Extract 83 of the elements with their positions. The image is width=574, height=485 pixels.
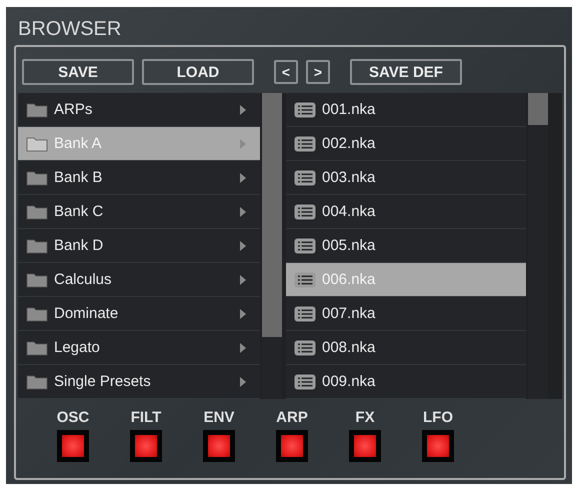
nav-button[interactable]: <: [274, 60, 298, 84]
led-switch[interactable]: [422, 430, 454, 462]
arrow-icon: [240, 274, 246, 284]
folder-name: Bank B: [54, 169, 104, 186]
switch-label: FX: [355, 409, 375, 427]
folder-name: Calculus: [54, 271, 113, 288]
list-icon: [294, 102, 316, 118]
folder-name: Single Presets: [54, 373, 152, 390]
arrow-icon: [240, 172, 246, 182]
folder-item[interactable]: Legato: [18, 331, 260, 365]
file-name: 003.nka: [322, 169, 376, 186]
arrow-icon: [240, 104, 246, 114]
list-icon: [294, 306, 316, 322]
file-name: 001.nka: [322, 101, 376, 118]
file-name: 009.nka: [322, 373, 376, 390]
file-name: 004.nka: [322, 203, 376, 220]
file-item[interactable]: 003.nka: [286, 161, 526, 195]
switch-label: ENV: [204, 409, 234, 427]
folder-icon: [26, 136, 48, 152]
folder-name: ARPs: [54, 101, 94, 118]
folder-name: Bank D: [54, 237, 104, 254]
arrow-icon: [240, 138, 246, 148]
folder-item[interactable]: Bank D: [18, 229, 260, 263]
toolbar-button[interactable]: SAVE: [22, 59, 134, 85]
file-item[interactable]: 004.nka: [286, 195, 526, 229]
list-icon: [294, 136, 316, 152]
arrow-icon: [240, 308, 246, 318]
led-switch[interactable]: [349, 430, 381, 462]
folder-item[interactable]: Single Presets: [18, 365, 260, 399]
folder-icon: [26, 170, 48, 186]
folder-icon: [26, 238, 48, 254]
scrollbar[interactable]: [262, 93, 282, 399]
folder-name: Bank C: [54, 203, 104, 220]
arrow-icon: [240, 206, 246, 216]
folder-icon: [26, 272, 48, 288]
folder-icon: [26, 306, 48, 322]
folder-name: Legato: [54, 339, 101, 356]
led-switch[interactable]: [57, 430, 89, 462]
list-icon: [294, 204, 316, 220]
panel-title: BROWSER: [18, 17, 122, 41]
folder-icon: [26, 340, 48, 356]
switch-label: ARP: [276, 409, 308, 427]
file-item[interactable]: 009.nka: [286, 365, 526, 399]
led-switch[interactable]: [130, 430, 162, 462]
file-item[interactable]: 008.nka: [286, 331, 526, 365]
arrow-icon: [240, 240, 246, 250]
folder-icon: [26, 102, 48, 118]
folder-item[interactable]: Bank B: [18, 161, 260, 195]
scrollbar[interactable]: [528, 93, 548, 399]
led-switch[interactable]: [203, 430, 235, 462]
file-name: 006.nka: [322, 271, 376, 288]
list-icon: [294, 238, 316, 254]
nav-button[interactable]: >: [306, 60, 330, 84]
arrow-icon: [240, 342, 246, 352]
file-item[interactable]: 007.nka: [286, 297, 526, 331]
folder-item[interactable]: Dominate: [18, 297, 260, 331]
file-name: 005.nka: [322, 237, 376, 254]
file-name: 002.nka: [322, 135, 376, 152]
switch-label: LFO: [423, 409, 453, 427]
list-icon: [294, 170, 316, 186]
folder-icon: [26, 374, 48, 390]
scrollbar-thumb[interactable]: [262, 93, 282, 337]
switch-label: FILT: [130, 409, 162, 427]
list-icon: [294, 374, 316, 390]
file-item[interactable]: 001.nka: [286, 93, 526, 127]
toolbar-button[interactable]: SAVE DEF: [350, 59, 462, 85]
folder-item[interactable]: Calculus: [18, 263, 260, 297]
scrollbar-thumb[interactable]: [528, 93, 548, 125]
file-name: 008.nka: [322, 339, 376, 356]
arrow-icon: [240, 376, 246, 386]
file-name: 007.nka: [322, 305, 376, 322]
switch-label: OSC: [56, 409, 90, 427]
folder-item[interactable]: Bank C: [18, 195, 260, 229]
list-icon: [294, 340, 316, 356]
file-item[interactable]: 005.nka: [286, 229, 526, 263]
folder-name: Dominate: [54, 305, 120, 322]
list-icon: [294, 272, 316, 288]
toolbar-button[interactable]: LOAD: [142, 59, 254, 85]
file-item[interactable]: 002.nka: [286, 127, 526, 161]
folder-item[interactable]: ARPs: [18, 93, 260, 127]
folder-icon: [26, 204, 48, 220]
led-switch[interactable]: [276, 430, 308, 462]
folder-name: Bank A: [54, 135, 103, 152]
